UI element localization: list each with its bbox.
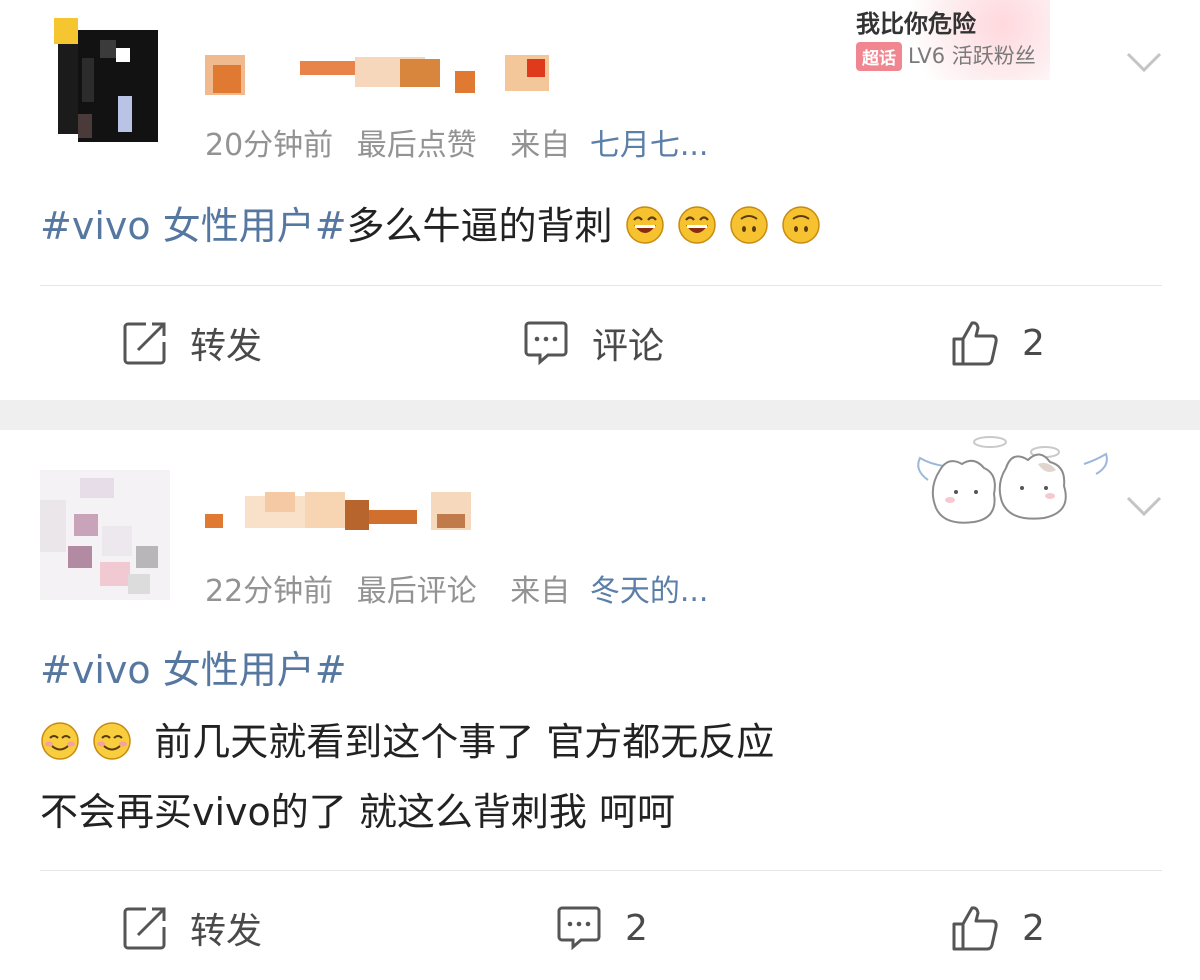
share-icon <box>123 907 166 950</box>
username-blurred[interactable] <box>205 492 485 532</box>
thumbs-up-icon <box>952 321 998 366</box>
comment-button[interactable]: 2 <box>555 888 648 968</box>
source-link[interactable]: 冬天的... <box>590 574 709 609</box>
comment-count: 2 <box>625 907 648 949</box>
post-body-text: 不会再买vivo的了 就这么背刺我 呵呵 <box>40 790 675 834</box>
source-link[interactable]: 七月七... <box>590 128 709 163</box>
post-activity: 最后评论 <box>356 574 477 609</box>
super-topic-tag: 超话 <box>856 42 902 71</box>
laughing-face-icon <box>678 206 716 244</box>
post-body: 多么牛逼的背刺 <box>346 204 613 248</box>
avatar[interactable] <box>40 470 170 600</box>
like-button[interactable]: 2 <box>950 888 1045 968</box>
source-label: 来自 <box>510 574 571 609</box>
share-icon <box>123 322 166 365</box>
comment-icon <box>557 906 601 951</box>
post-content: #vivo 女性用户#多么牛逼的背刺 <box>40 198 821 254</box>
source-label: 来自 <box>510 128 571 163</box>
comment-icon <box>524 321 568 366</box>
topic-link[interactable]: #vivo 女性用户# <box>40 648 347 692</box>
chevron-down-icon[interactable] <box>1124 42 1164 82</box>
comment-label: 评论 <box>592 326 665 367</box>
post-topic-line: #vivo 女性用户# <box>40 642 347 698</box>
fan-badge[interactable]: 我比你危险 超话 LV6 活跃粉丝 <box>850 0 1050 80</box>
badge-title: 我比你危险 <box>856 10 976 38</box>
divider <box>40 285 1162 286</box>
like-button[interactable]: 2 <box>950 303 1045 383</box>
repost-label: 转发 <box>190 911 263 952</box>
repost-button[interactable]: 转发 <box>122 888 262 968</box>
repost-button[interactable]: 转发 <box>122 303 262 383</box>
upside-down-face-icon <box>730 206 768 244</box>
fan-level: LV6 活跃粉丝 <box>908 44 1036 68</box>
divider <box>40 870 1162 871</box>
post-activity: 最后点赞 <box>356 128 477 163</box>
upside-down-face-icon <box>782 206 820 244</box>
post-time: 22分钟前 <box>205 574 334 609</box>
post-time: 20分钟前 <box>205 128 334 163</box>
post-meta: 22分钟前 最后评论 来自 冬天的... <box>205 566 708 610</box>
like-count: 2 <box>1022 322 1045 364</box>
feed-post: 22分钟前 最后评论 来自 冬天的... #vivo 女性用户# 前几天就看到这… <box>0 430 1200 980</box>
smiling-face-icon <box>93 722 131 760</box>
comment-button[interactable]: 评论 <box>522 303 664 383</box>
post-body-text: 前几天就看到这个事了 官方都无反应 <box>154 720 775 764</box>
feed-post: 20分钟前 最后点赞 来自 七月七... 我比你危险 超话 LV6 活跃粉丝 #… <box>0 0 1200 400</box>
post-body-line-1: 前几天就看到这个事了 官方都无反应 <box>40 714 774 770</box>
avatar[interactable] <box>40 18 170 148</box>
action-bar: 转发 评论 2 <box>0 303 1200 383</box>
like-count: 2 <box>1022 907 1045 949</box>
thumbs-up-icon <box>952 906 998 951</box>
repost-label: 转发 <box>190 326 263 367</box>
post-separator <box>0 400 1200 430</box>
topic-link[interactable]: #vivo 女性用户# <box>40 204 347 248</box>
chevron-down-icon[interactable] <box>1124 486 1164 526</box>
post-body-line-2: 不会再买vivo的了 就这么背刺我 呵呵 <box>40 784 675 840</box>
post-meta: 20分钟前 最后点赞 来自 七月七... <box>205 120 708 164</box>
laughing-face-icon <box>625 206 664 244</box>
angel-cats-sticker <box>917 436 1108 524</box>
smiling-face-icon <box>41 722 79 760</box>
action-bar: 转发 2 2 <box>0 888 1200 968</box>
username-blurred[interactable] <box>205 55 565 95</box>
